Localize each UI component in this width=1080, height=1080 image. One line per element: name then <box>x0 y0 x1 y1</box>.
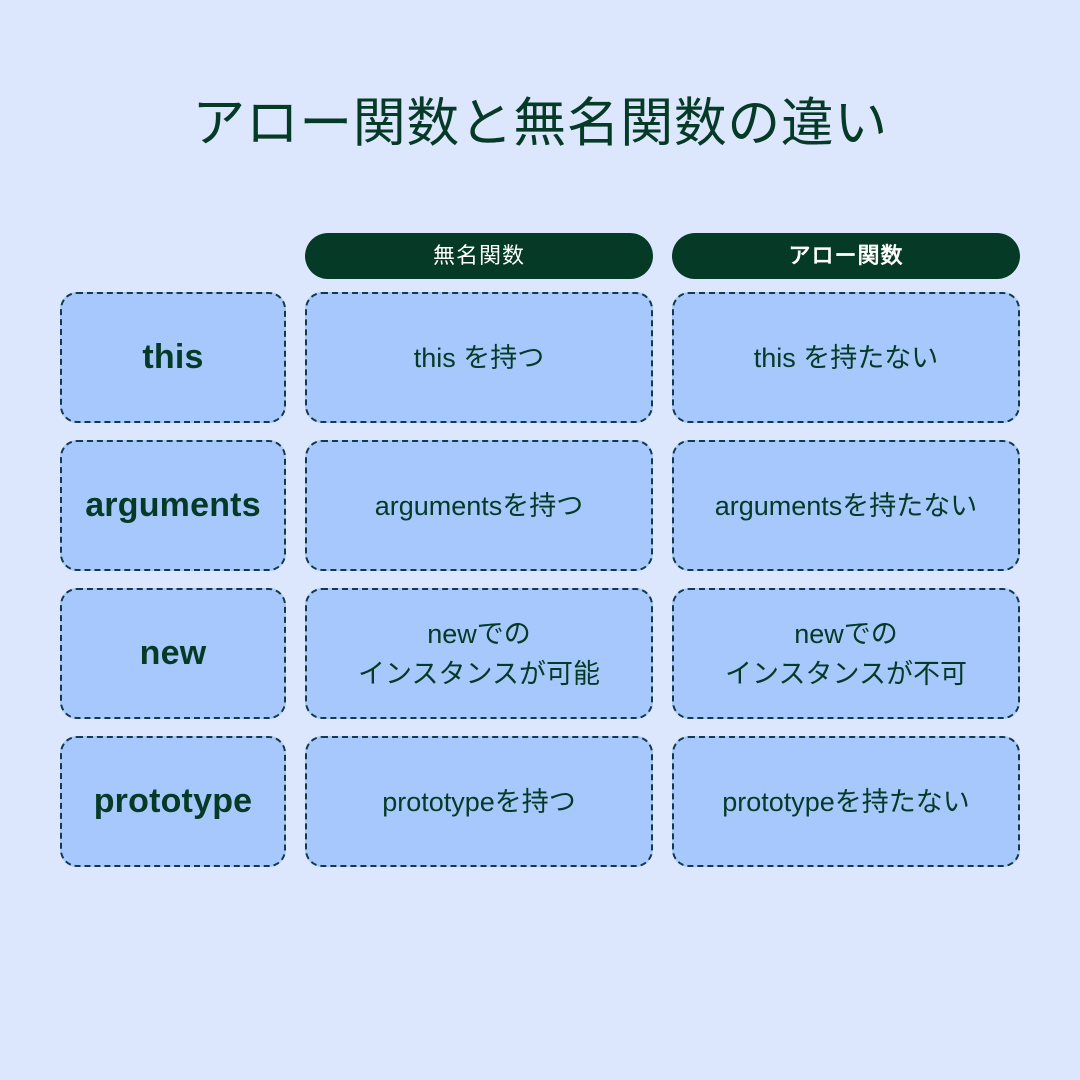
row-label-prototype: prototype <box>60 736 286 867</box>
row-label-arguments: arguments <box>60 440 286 571</box>
cell-new-anonymous-line1: newでの <box>427 618 531 649</box>
cell-new-arrow-line1: newでの <box>794 618 898 649</box>
cell-prototype-arrow: prototypeを持たない <box>672 736 1020 867</box>
cell-new-anonymous-line2: インスタンスが可能 <box>358 658 600 689</box>
cell-new-arrow-line2: インスタンスが不可 <box>725 658 967 689</box>
page-title: アロー関数と無名関数の違い <box>192 94 888 153</box>
table-row: new newでの インスタンスが可能 newでの インスタンスが不可 <box>60 588 1020 719</box>
row-label-new: new <box>60 588 286 719</box>
table-row: arguments argumentsを持つ argumentsを持たない <box>60 440 1020 571</box>
slide-canvas: アロー関数と無名関数の違い 無名関数 アロー関数 this this を持つ t… <box>0 0 1080 1080</box>
table-row: this this を持つ this を持たない <box>60 292 1020 423</box>
cell-prototype-anonymous: prototypeを持つ <box>305 736 653 867</box>
table-header-arrow-function: アロー関数 <box>672 233 1020 279</box>
cell-this-anonymous: this を持つ <box>305 292 653 423</box>
comparison-table: 無名関数 アロー関数 this this を持つ this を持たない argu… <box>60 233 1020 867</box>
row-label-this: this <box>60 292 286 423</box>
table-header-anonymous-function: 無名関数 <box>305 233 653 279</box>
table-header-row: 無名関数 アロー関数 <box>60 233 1020 279</box>
table-header-corner-empty <box>60 233 286 279</box>
cell-new-anonymous: newでの インスタンスが可能 <box>305 588 653 719</box>
cell-arguments-anonymous: argumentsを持つ <box>305 440 653 571</box>
table-row: prototype prototypeを持つ prototypeを持たない <box>60 736 1020 867</box>
cell-this-arrow: this を持たない <box>672 292 1020 423</box>
cell-arguments-arrow: argumentsを持たない <box>672 440 1020 571</box>
cell-new-arrow: newでの インスタンスが不可 <box>672 588 1020 719</box>
